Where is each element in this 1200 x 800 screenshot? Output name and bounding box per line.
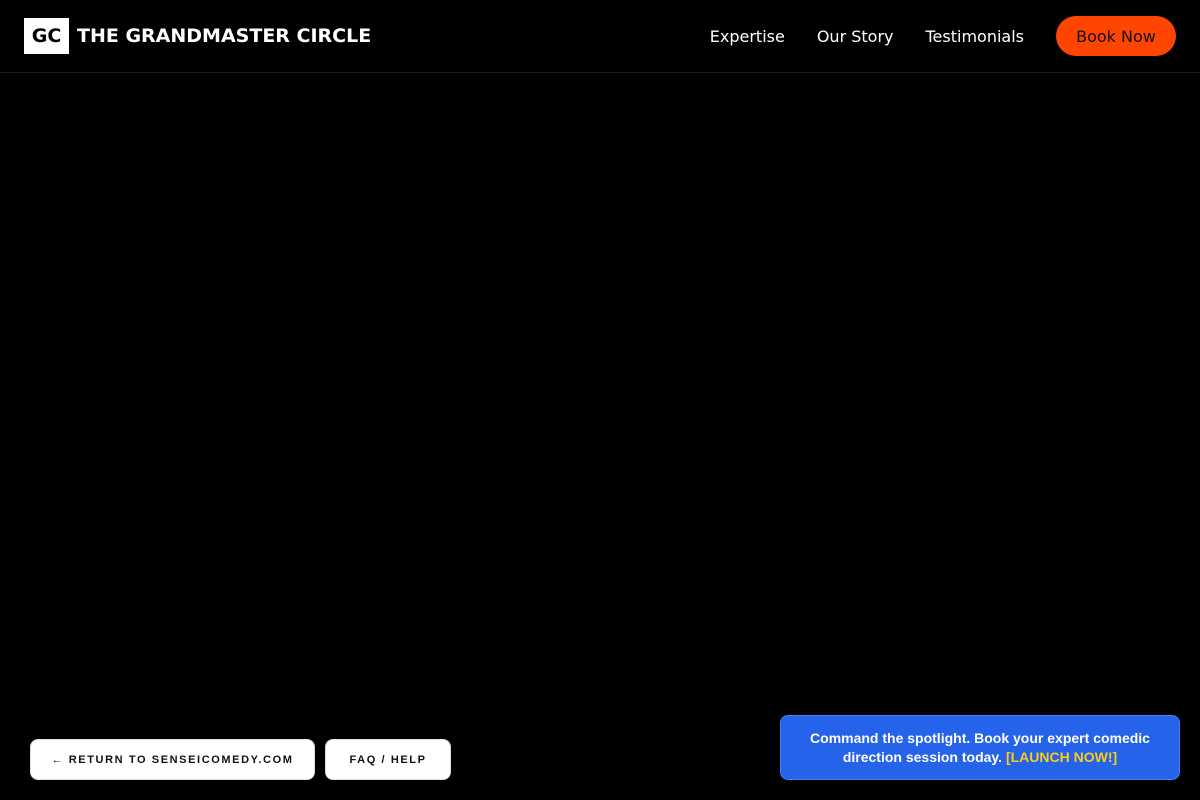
- return-to-site-button[interactable]: ← RETURN TO SENSEICOMEDY.COM: [30, 739, 315, 780]
- site-header: GC THE GRANDMASTER CIRCLE Expertise Our …: [0, 0, 1200, 73]
- brand[interactable]: GC THE GRANDMASTER CIRCLE: [24, 18, 371, 54]
- nav-testimonials[interactable]: Testimonials: [926, 27, 1025, 46]
- footer-buttons: ← RETURN TO SENSEICOMEDY.COM FAQ / HELP: [30, 739, 451, 780]
- book-now-button[interactable]: Book Now: [1056, 16, 1176, 56]
- nav-expertise[interactable]: Expertise: [710, 27, 785, 46]
- promo-message: Command the spotlight. Book your expert …: [801, 729, 1159, 767]
- promo-cta[interactable]: [LAUNCH NOW!]: [1006, 749, 1117, 765]
- main-nav: Expertise Our Story Testimonials Book No…: [710, 16, 1176, 56]
- brand-name[interactable]: THE GRANDMASTER CIRCLE: [77, 25, 371, 47]
- promo-banner[interactable]: Command the spotlight. Book your expert …: [780, 715, 1180, 780]
- faq-help-button[interactable]: FAQ / HELP: [325, 739, 451, 780]
- page: GC THE GRANDMASTER CIRCLE Expertise Our …: [0, 0, 1200, 800]
- logo[interactable]: GC: [24, 18, 69, 54]
- nav-our-story[interactable]: Our Story: [817, 27, 894, 46]
